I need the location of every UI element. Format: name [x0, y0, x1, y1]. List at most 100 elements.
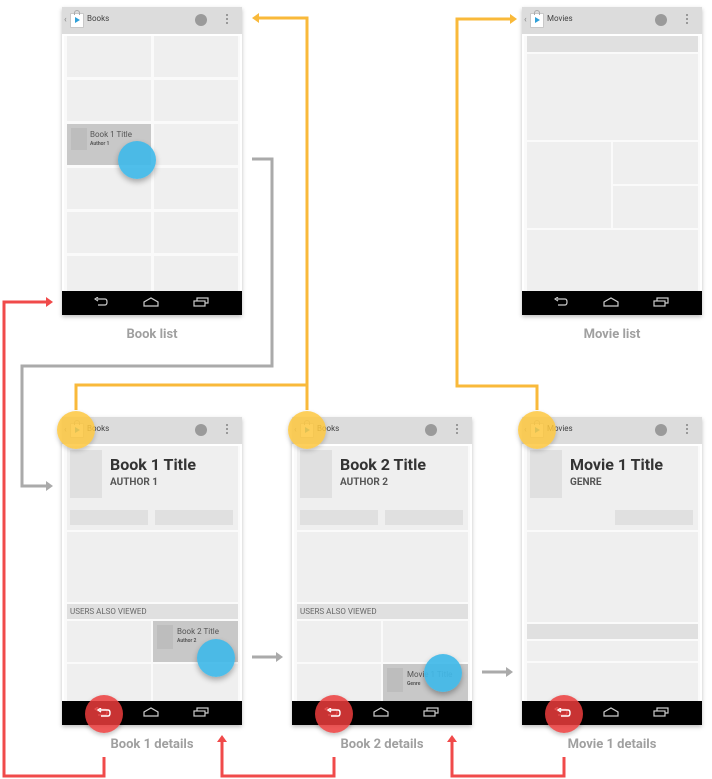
- movie-genre: GENRE: [570, 477, 602, 488]
- overflow-menu-icon[interactable]: [226, 14, 228, 26]
- nav-home-icon[interactable]: [373, 707, 389, 717]
- search-action-icon[interactable]: [655, 14, 667, 26]
- book-card[interactable]: [154, 256, 238, 291]
- nav-back-icon[interactable]: [94, 297, 108, 307]
- movie-card[interactable]: [527, 142, 611, 228]
- book-card[interactable]: [154, 168, 238, 209]
- book-card-title: Book 1 Title: [90, 130, 132, 139]
- list-item[interactable]: [527, 663, 698, 701]
- details-header: Book 2 Title AUTHOR 2: [297, 446, 468, 530]
- nav-recent-icon[interactable]: [653, 297, 669, 307]
- section-label: USERS ALSO VIEWED: [70, 607, 147, 616]
- up-arrowhead-book-list: [252, 13, 259, 23]
- screen-caption-movie-list: Movie list: [583, 327, 641, 342]
- overflow-menu-icon[interactable]: [456, 424, 458, 436]
- movie-grid: [524, 36, 700, 291]
- book-card[interactable]: [67, 36, 151, 77]
- book-card[interactable]: [154, 36, 238, 77]
- forward-arrowhead-book1: [46, 481, 53, 491]
- nav-recent-icon[interactable]: [653, 707, 669, 717]
- play-store-bag-icon[interactable]: [530, 10, 544, 28]
- app-title: Books: [87, 14, 110, 23]
- section-header: USERS ALSO VIEWED: [67, 604, 238, 619]
- system-nav-bar: [522, 291, 702, 315]
- action-button-placeholder[interactable]: [70, 510, 148, 525]
- action-button-placeholder[interactable]: [385, 510, 463, 525]
- book-card[interactable]: [154, 124, 238, 165]
- search-action-icon[interactable]: [655, 424, 667, 436]
- back-highlight-icon: [557, 708, 571, 717]
- screen-caption-book2-details: Book 2 details: [340, 737, 424, 752]
- movie-poster-thumbnail: [387, 668, 403, 692]
- movie-card[interactable]: [613, 186, 698, 228]
- nav-recent-icon[interactable]: [193, 707, 209, 717]
- action-button-placeholder[interactable]: [155, 510, 233, 525]
- details-header: Movie 1 Title GENRE: [527, 446, 698, 530]
- description-block: [67, 532, 238, 602]
- movie-card-featured[interactable]: [527, 54, 698, 140]
- nav-home-icon[interactable]: [143, 707, 159, 717]
- book-author: AUTHOR 1: [110, 477, 159, 488]
- nav-recent-icon[interactable]: [423, 707, 439, 717]
- nav-home-icon[interactable]: [603, 707, 619, 717]
- movie-header-bar: [527, 36, 698, 52]
- book-card[interactable]: [154, 212, 238, 253]
- up-button-highlight: [518, 411, 556, 449]
- screen-caption-movie1-details: Movie 1 details: [567, 737, 657, 752]
- book-cover: [70, 450, 102, 498]
- overflow-menu-icon[interactable]: [226, 424, 228, 436]
- movie-card[interactable]: [527, 230, 698, 291]
- book-card[interactable]: [67, 80, 151, 121]
- nav-home-icon[interactable]: [143, 297, 159, 307]
- action-button-placeholder[interactable]: [615, 510, 693, 525]
- related-card[interactable]: [67, 621, 151, 662]
- system-nav-bar: [62, 291, 242, 315]
- forward-flow-book1-to-book2: [252, 652, 283, 662]
- related-card-subtitle: Author 2: [177, 638, 197, 644]
- touch-indicator: [197, 639, 235, 677]
- screen-movie1-details: ‹ Movies Movie 1 Title GENRE: [522, 417, 702, 725]
- details-content: Movie 1 Title GENRE: [524, 446, 700, 701]
- book-card-author: Author 1: [90, 141, 110, 147]
- movie-poster: [530, 450, 562, 498]
- book-title: Book 1 Title: [110, 455, 196, 474]
- action-bar: ‹ Books: [62, 7, 242, 34]
- screen-caption-book1-details: Book 1 details: [110, 737, 194, 752]
- book-cover-thumbnail: [157, 625, 173, 649]
- screen-caption-book-list: Book list: [126, 327, 178, 342]
- book-author: AUTHOR 2: [340, 477, 389, 488]
- search-action-icon[interactable]: [425, 424, 437, 436]
- search-action-icon[interactable]: [195, 14, 207, 26]
- section-header: USERS ALSO VIEWED: [297, 604, 468, 619]
- up-button-highlight: [57, 411, 95, 449]
- forward-flow-book2-to-movie1: [482, 667, 513, 677]
- book-card[interactable]: [67, 212, 151, 253]
- up-button-highlight: [288, 411, 326, 449]
- list-item[interactable]: [527, 641, 698, 661]
- search-action-icon[interactable]: [195, 424, 207, 436]
- touch-indicator: [118, 141, 156, 179]
- overflow-menu-icon[interactable]: [686, 424, 688, 436]
- back-highlight-icon: [327, 708, 341, 717]
- description-block: [527, 532, 698, 622]
- touch-indicator: [424, 654, 462, 692]
- section-label: USERS ALSO VIEWED: [300, 607, 377, 616]
- action-bar: ‹ Movies: [522, 7, 702, 34]
- screen-movie-list: ‹ Movies: [522, 7, 702, 315]
- description-block: [297, 532, 468, 602]
- related-card-subtitle: Genre: [407, 681, 421, 687]
- nav-back-icon[interactable]: [554, 297, 568, 307]
- related-card-title: Book 2 Title: [177, 627, 219, 636]
- overflow-menu-icon[interactable]: [686, 14, 688, 26]
- play-store-bag-icon[interactable]: [70, 10, 84, 28]
- book-card[interactable]: [154, 80, 238, 121]
- movie-card[interactable]: [613, 142, 698, 184]
- details-header: Book 1 Title AUTHOR 1: [67, 446, 238, 530]
- related-card[interactable]: [383, 621, 468, 662]
- nav-home-icon[interactable]: [603, 297, 619, 307]
- app-title: Movies: [547, 14, 573, 23]
- book-card[interactable]: [67, 256, 151, 291]
- nav-recent-icon[interactable]: [193, 297, 209, 307]
- related-card[interactable]: [297, 621, 381, 662]
- action-button-placeholder[interactable]: [300, 510, 378, 525]
